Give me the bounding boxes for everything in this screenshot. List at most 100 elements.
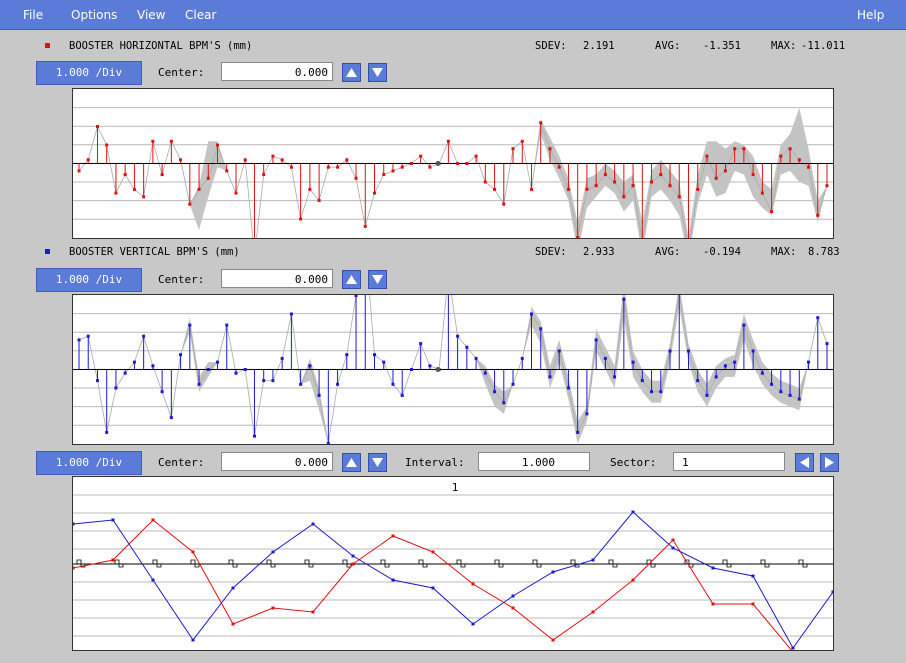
horizontal-point (576, 236, 580, 238)
sector-center-input[interactable]: 0.000 (221, 452, 333, 471)
horizontal-point (271, 154, 275, 158)
vertical-point (216, 360, 220, 364)
vertical-max-label: MAX: (771, 246, 797, 258)
vertical-center-input[interactable]: 0.000 (221, 269, 333, 288)
sector-down-button[interactable] (368, 453, 387, 472)
vertical-point (86, 334, 90, 338)
horizontal-point (299, 217, 303, 221)
sector-vertical-point (511, 594, 515, 598)
vertical-point (576, 430, 580, 434)
horizontal-plot-svg (73, 107, 833, 238)
vertical-point (622, 297, 626, 301)
vertical-point (723, 364, 727, 368)
horizontal-point (493, 187, 497, 191)
vertical-point (206, 368, 210, 371)
vertical-title: BOOSTER VERTICAL BPM'S (mm) (69, 246, 240, 258)
horizontal-point (705, 154, 709, 158)
horizontal-point (326, 165, 330, 169)
vertical-point (123, 371, 127, 375)
vertical-point (142, 334, 146, 338)
sector-next-button[interactable] (820, 453, 839, 472)
sector-label: Sector: (610, 456, 657, 469)
vertical-point (751, 349, 755, 353)
vertical-point (650, 390, 654, 394)
horizontal-center-label: Center: (158, 66, 205, 79)
vertical-div-button[interactable]: 1.000 /Div (36, 268, 142, 292)
horizontal-up-button[interactable] (342, 63, 361, 82)
horizontal-point (465, 162, 469, 165)
horizontal-point (206, 176, 210, 180)
vertical-center-label: Center: (158, 273, 205, 286)
horizontal-avg-label: AVG: (655, 40, 681, 52)
horizontal-point (474, 154, 478, 158)
horizontal-div-button[interactable]: 1.000 /Div (36, 61, 142, 85)
vertical-point (539, 327, 543, 331)
horizontal-point (742, 147, 746, 151)
vertical-point (271, 379, 275, 383)
vertical-point (659, 390, 663, 394)
horizontal-down-button[interactable] (368, 63, 387, 82)
vertical-point (668, 349, 672, 353)
vertical-point (603, 356, 607, 360)
menu-file[interactable]: File (23, 8, 43, 22)
vertical-point (308, 364, 312, 368)
horizontal-point (622, 195, 626, 199)
horizontal-point (262, 173, 266, 177)
horizontal-point (114, 191, 118, 195)
horizontal-point (807, 165, 811, 169)
vertical-point (613, 375, 617, 379)
horizontal-point (760, 191, 764, 195)
vertical-down-button[interactable] (368, 270, 387, 289)
sector-plot-svg: 1 (73, 481, 833, 650)
vertical-point (456, 334, 460, 338)
vertical-point (816, 316, 820, 320)
sector-vertical-point (831, 590, 833, 594)
sector-vertical-point (671, 546, 675, 550)
horizontal-point (188, 202, 192, 206)
sector-prev-button[interactable] (795, 453, 814, 472)
vertical-point (179, 353, 183, 357)
vertical-point (132, 360, 136, 364)
interval-input[interactable]: 1.000 (478, 452, 590, 471)
vertical-point (594, 338, 598, 342)
vertical-point (502, 401, 506, 405)
sector-vertical-point (631, 510, 635, 514)
horizontal-center-input[interactable]: 0.000 (221, 62, 333, 81)
horizontal-point (733, 147, 737, 151)
horizontal-point (751, 173, 755, 177)
horizontal-point (511, 147, 515, 151)
sector-center-label: Center: (158, 456, 205, 469)
sector-vertical-point (111, 518, 115, 522)
menu-view[interactable]: View (137, 8, 165, 22)
interval-label: Interval: (405, 456, 465, 469)
horizontal-point (169, 139, 173, 143)
sector-horizontal-point (751, 602, 755, 606)
sector-up-button[interactable] (342, 453, 361, 472)
horizontal-legend-marker (45, 43, 50, 48)
vertical-max-value: 8.783 (808, 246, 840, 258)
menu-help[interactable]: Help (857, 8, 884, 22)
horizontal-point (816, 213, 820, 217)
horizontal-point (409, 162, 413, 165)
horizontal-plot (72, 88, 834, 239)
horizontal-point (280, 158, 284, 162)
vertical-plot-svg (73, 295, 833, 444)
sector-input[interactable]: 1 (673, 452, 785, 471)
menu-bar: File Options View Clear Help (0, 0, 906, 30)
vertical-up-button[interactable] (342, 270, 361, 289)
horizontal-point (400, 165, 404, 169)
vertical-point (548, 375, 552, 379)
menu-clear[interactable]: Clear (185, 8, 216, 22)
vertical-point (705, 393, 709, 397)
vertical-avg-label: AVG: (655, 246, 681, 258)
horizontal-title: BOOSTER HORIZONTAL BPM'S (mm) (69, 40, 253, 52)
vertical-point (520, 356, 524, 360)
vertical-point (326, 442, 330, 444)
horizontal-point (345, 158, 349, 162)
horizontal-point (714, 176, 718, 180)
vertical-point (714, 375, 718, 379)
sector-div-button[interactable]: 1.000 /Div (36, 451, 142, 475)
menu-options[interactable]: Options (71, 8, 117, 22)
horizontal-point (86, 158, 90, 162)
vertical-point (788, 393, 792, 397)
